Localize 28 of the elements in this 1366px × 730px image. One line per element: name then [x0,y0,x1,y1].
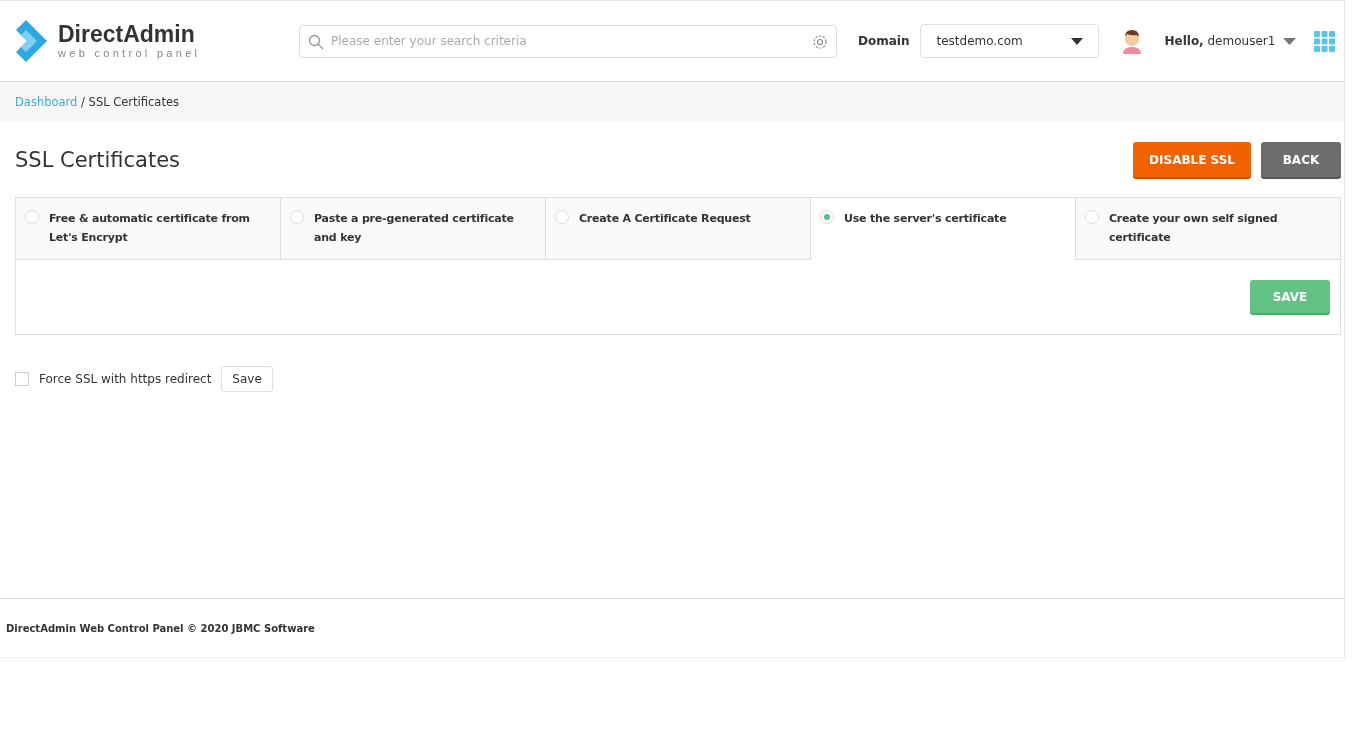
radio-button[interactable] [290,210,304,224]
radio-button[interactable] [1085,210,1099,224]
page-title: SSL Certificates [15,147,181,172]
apps-grid-icon[interactable] [1314,30,1336,52]
certificate-option-tab[interactable]: Paste a pre-generated certificate and key [281,198,546,260]
certificate-option-tab[interactable]: Free & automatic certificate from Let's Encrypt [16,198,281,260]
footer-text: DirectAdmin Web Control Panel © 2020 JBMC Software [6,622,315,634]
logo-title: DirectAdmin [58,23,196,46]
certificate-option-tab[interactable]: Create your own self signed certificate [1076,198,1340,260]
radio-button[interactable] [25,210,39,224]
breadcrumb-current: / SSL Certificates [80,95,179,109]
save-button[interactable]: Save [221,366,273,392]
radio-button[interactable] [820,210,834,224]
radio-button[interactable] [555,210,569,224]
search-icon [308,33,324,50]
avatar-icon[interactable] [1121,28,1144,54]
domain-dropdown[interactable]: testdemo.com [920,24,1100,58]
search-field[interactable]: Please enter your search criteria [299,24,837,58]
user-menu[interactable]: Hello, demouser1 [1164,34,1276,48]
caret-icon [1071,37,1084,45]
back-button[interactable]: BACK [1261,142,1341,177]
domain-label: Domain [858,34,910,48]
force-ssl-label: Force SSL with https redirect [39,372,212,386]
certificate-option-tab[interactable]: Create A Certificate Request [546,198,811,260]
caret-icon[interactable] [1283,37,1297,45]
checkbox[interactable] [15,372,29,386]
logo-subtitle: web control panel [58,48,201,59]
settings-icon[interactable] [812,33,828,50]
